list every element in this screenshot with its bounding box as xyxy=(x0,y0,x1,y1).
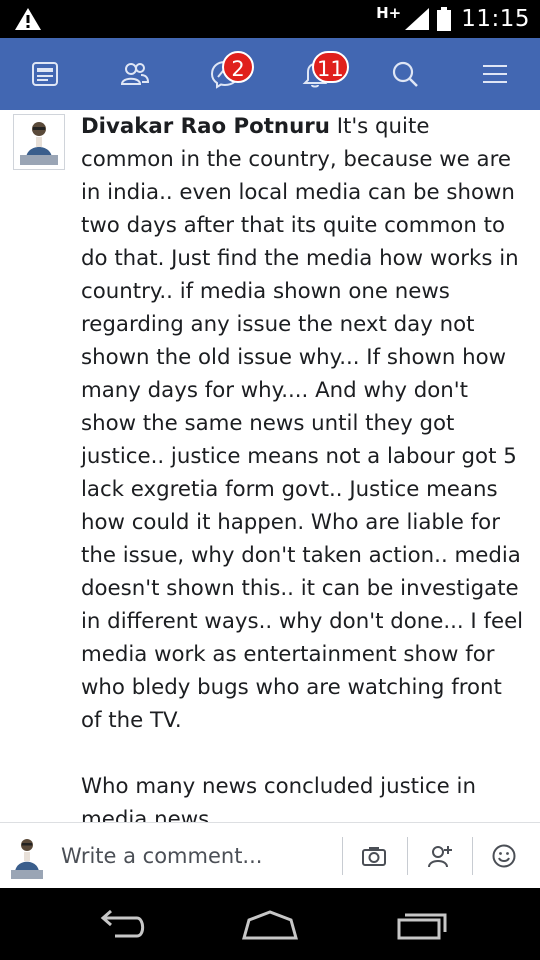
menu-icon xyxy=(483,65,507,83)
signal-icon xyxy=(405,8,430,30)
comment-text: Divakar Rao Potnuru It's quite common in… xyxy=(81,110,526,822)
author-name[interactable]: Divakar Rao Potnuru xyxy=(81,114,330,139)
search-tab[interactable] xyxy=(360,38,450,110)
notifications-tab[interactable]: 11 xyxy=(270,38,360,110)
emoji-button[interactable] xyxy=(479,837,529,875)
menu-tab[interactable] xyxy=(450,38,540,110)
news-feed-tab[interactable] xyxy=(0,38,90,110)
comment-body: It's quite common in the country, becaus… xyxy=(81,114,524,822)
battery-icon xyxy=(437,7,452,31)
composer-divider xyxy=(472,837,473,875)
back-icon xyxy=(100,909,145,938)
composer-divider xyxy=(407,837,408,875)
composer-divider xyxy=(342,837,343,875)
back-button[interactable] xyxy=(80,900,160,950)
author-avatar[interactable] xyxy=(13,114,65,170)
comment-input[interactable] xyxy=(61,837,331,875)
messenger-tab[interactable]: 2 xyxy=(180,38,270,110)
network-type-label: H+ xyxy=(376,4,402,22)
recent-apps-icon xyxy=(397,913,447,940)
status-bar: H+ 11:15 xyxy=(0,0,540,38)
tag-friend-icon xyxy=(428,846,452,868)
emoji-icon xyxy=(492,844,516,868)
notifications-badge: 11 xyxy=(312,51,349,83)
recent-apps-button[interactable] xyxy=(382,900,462,950)
messenger-badge: 2 xyxy=(222,51,254,83)
news-feed-icon xyxy=(32,62,58,86)
search-icon xyxy=(392,61,418,87)
user-avatar xyxy=(8,833,46,881)
comment-composer xyxy=(0,822,540,888)
warning-icon xyxy=(15,8,41,30)
facebook-nav-bar: 2 11 xyxy=(0,38,540,110)
camera-icon xyxy=(362,847,386,866)
system-nav-bar xyxy=(0,888,540,960)
home-icon xyxy=(242,910,298,940)
tag-friend-button[interactable] xyxy=(415,837,465,875)
comment-thread[interactable]: Divakar Rao Potnuru It's quite common in… xyxy=(0,110,540,822)
friends-tab[interactable] xyxy=(90,38,180,110)
friends-icon xyxy=(120,63,150,85)
clock: 11:15 xyxy=(461,6,530,32)
camera-button[interactable] xyxy=(349,837,399,875)
home-button[interactable] xyxy=(230,900,310,950)
